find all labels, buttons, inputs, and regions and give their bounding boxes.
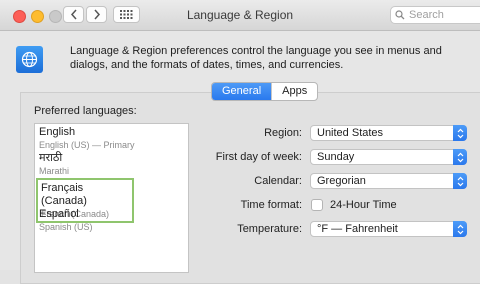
first-day-label: First day of week: bbox=[215, 151, 302, 163]
popup-stepper-icon bbox=[453, 149, 467, 165]
calendar-popup[interactable]: Gregorian bbox=[310, 173, 467, 189]
popup-stepper-icon bbox=[453, 125, 467, 141]
preferred-languages-list[interactable]: English English (US) — Primary मराठी Mar… bbox=[34, 123, 189, 273]
flag-globe-icon bbox=[16, 46, 43, 73]
calendar-value: Gregorian bbox=[317, 175, 366, 187]
pane-description: Language & Region preferences control th… bbox=[70, 45, 442, 71]
region-popup[interactable]: United States bbox=[310, 125, 467, 141]
search-icon bbox=[395, 10, 405, 20]
tab-general[interactable]: General bbox=[212, 83, 272, 100]
time-format-label: Time format: bbox=[240, 199, 302, 211]
tab-bar: General Apps bbox=[211, 82, 319, 101]
region-label: Region: bbox=[264, 127, 302, 139]
popup-stepper-icon bbox=[453, 173, 467, 189]
search-placeholder: Search bbox=[409, 9, 444, 21]
temperature-label: Temperature: bbox=[237, 223, 302, 235]
24-hour-time-label[interactable]: 24-Hour Time bbox=[330, 199, 397, 211]
temperature-popup[interactable]: °F — Fahrenheit bbox=[310, 221, 467, 237]
24-hour-time-checkbox[interactable] bbox=[311, 199, 323, 211]
first-day-popup[interactable]: Sunday bbox=[310, 149, 467, 165]
temperature-value: °F — Fahrenheit bbox=[317, 223, 398, 235]
title-bar: Language & Region Search bbox=[0, 0, 480, 31]
popup-stepper-icon bbox=[453, 221, 467, 237]
language-subtitle: English (US) — Primary bbox=[39, 140, 135, 150]
preferred-languages-label: Preferred languages: bbox=[34, 105, 137, 117]
search-field[interactable]: Search bbox=[390, 6, 480, 24]
region-value: United States bbox=[317, 127, 384, 139]
calendar-label: Calendar: bbox=[254, 175, 302, 187]
first-day-value: Sunday bbox=[317, 151, 355, 163]
tab-apps[interactable]: Apps bbox=[271, 83, 317, 100]
